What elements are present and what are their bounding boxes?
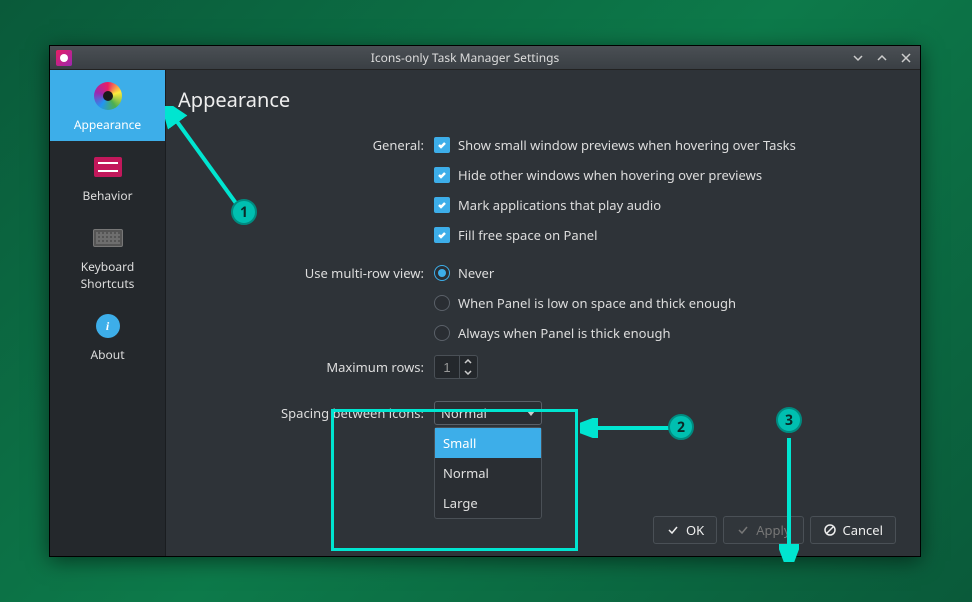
sidebar-item-about[interactable]: i About: [50, 300, 165, 371]
checkbox-mark-audio[interactable]: [434, 197, 450, 213]
spacing-value: Normal: [441, 404, 487, 422]
checkbox-label: Hide other windows when hovering over pr…: [458, 166, 762, 184]
maximize-icon[interactable]: [874, 50, 890, 66]
radio-label: Never: [458, 264, 494, 282]
general-label: General:: [178, 136, 434, 154]
sidebar-item-label: Appearance: [74, 116, 141, 133]
checkbox-label: Show small window previews when hovering…: [458, 136, 796, 154]
info-icon: i: [92, 310, 124, 342]
sidebar: Appearance Behavior Keyboard Shortcuts i…: [50, 70, 166, 556]
spacing-combo[interactable]: Normal: [434, 401, 542, 425]
radio-low-space[interactable]: [434, 295, 450, 311]
app-icon: [56, 50, 72, 66]
keyboard-icon: [92, 222, 124, 254]
sidebar-item-label: Shortcuts: [81, 275, 135, 292]
radio-thick-enough[interactable]: [434, 325, 450, 341]
spacing-option-large[interactable]: Large: [435, 488, 541, 518]
settings-window: Icons-only Task Manager Settings Appeara…: [49, 45, 921, 557]
checkbox-label: Fill free space on Panel: [458, 226, 597, 244]
sidebar-item-appearance[interactable]: Appearance: [50, 70, 165, 141]
maxrows-spinner[interactable]: [434, 355, 478, 379]
ok-button[interactable]: OK: [653, 516, 717, 544]
maxrows-input[interactable]: [435, 360, 459, 375]
sidebar-item-label: About: [90, 346, 124, 363]
cancel-button[interactable]: Cancel: [810, 516, 896, 544]
sidebar-item-label: Keyboard: [81, 258, 135, 275]
spacing-option-small[interactable]: Small: [435, 428, 541, 458]
checkbox-small-previews[interactable]: [434, 137, 450, 153]
apply-button: Apply: [723, 516, 803, 544]
main-panel: Appearance General: Show small window pr…: [166, 70, 920, 556]
spinner-up-icon[interactable]: [460, 356, 475, 367]
close-icon[interactable]: [898, 50, 914, 66]
minimize-icon[interactable]: [850, 50, 866, 66]
maxrows-label: Maximum rows:: [178, 358, 434, 376]
spacing-label: Spacing between icons:: [178, 404, 434, 422]
radio-never[interactable]: [434, 265, 450, 281]
multirow-label: Use multi-row view:: [178, 264, 434, 282]
checkbox-fill-space[interactable]: [434, 227, 450, 243]
spinner-down-icon[interactable]: [460, 367, 475, 378]
chevron-down-icon: [527, 411, 535, 416]
sidebar-item-keyboard-shortcuts[interactable]: Keyboard Shortcuts: [50, 212, 165, 300]
radio-label: Always when Panel is thick enough: [458, 324, 671, 342]
sidebar-item-label: Behavior: [82, 187, 132, 204]
radio-label: When Panel is low on space and thick eno…: [458, 294, 736, 312]
checkbox-hide-windows[interactable]: [434, 167, 450, 183]
spacing-dropdown: Small Normal Large: [434, 427, 542, 519]
spacing-option-normal[interactable]: Normal: [435, 458, 541, 488]
page-title: Appearance: [178, 86, 896, 113]
checkbox-label: Mark applications that play audio: [458, 196, 661, 214]
titlebar[interactable]: Icons-only Task Manager Settings: [50, 46, 920, 70]
behavior-icon: [92, 151, 124, 183]
sidebar-item-behavior[interactable]: Behavior: [50, 141, 165, 212]
appearance-icon: [92, 80, 124, 112]
window-title: Icons-only Task Manager Settings: [80, 49, 850, 66]
